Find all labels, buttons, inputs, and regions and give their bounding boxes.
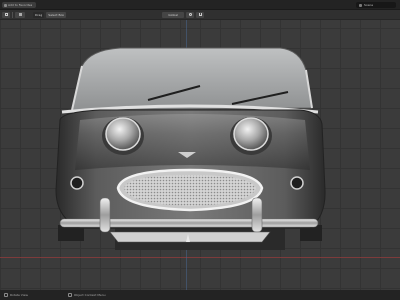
favorites-menu[interactable]: Add to Favorites: [2, 2, 36, 8]
status-select-label: Rotate View: [10, 293, 28, 297]
cube-icon: [4, 13, 8, 16]
mode-dropdown[interactable]: [15, 11, 25, 18]
magnet-icon: [198, 13, 202, 16]
scene-selector[interactable]: Scene: [356, 2, 396, 8]
status-bar: Rotate View Object Context Menu: [0, 290, 400, 300]
pivot-button[interactable]: [186, 11, 195, 18]
mode-icon: [18, 13, 22, 16]
status-context: Object Context Menu: [67, 293, 106, 297]
status-context-label: Object Context Menu: [73, 293, 106, 297]
side-lamp-left: [70, 176, 84, 190]
status-select: Rotate View: [4, 293, 28, 297]
menu-icon: [4, 3, 7, 7]
editor-type-button[interactable]: [2, 11, 10, 18]
viewport-header: Drag Select Box Global: [0, 10, 400, 20]
headlamp-left: [105, 117, 141, 151]
mouse-icon: [67, 293, 72, 297]
scene-icon: [359, 3, 362, 7]
snap-button[interactable]: [196, 11, 205, 18]
pivot-icon: [188, 13, 192, 16]
select-box-label: Select Box: [48, 12, 65, 17]
bumper-overrider-left: [99, 197, 111, 233]
header-divider: [12, 11, 13, 18]
headlamp-right: [233, 117, 269, 151]
scene-name: Scene: [364, 3, 374, 7]
drag-dropdown[interactable]: Drag: [33, 11, 45, 18]
transform-orientation-dropdown[interactable]: Global: [162, 11, 185, 18]
select-box-dropdown[interactable]: Select Box: [46, 11, 67, 18]
top-bar: Add to Favorites Scene: [0, 0, 400, 10]
car-model[interactable]: [0, 20, 400, 290]
lower-valance: [109, 231, 271, 243]
drag-label: Drag: [35, 12, 43, 17]
favorites-label: Add to Favorites: [8, 3, 33, 7]
bumper-overrider-right: [251, 197, 263, 233]
orientation-label: Global: [168, 12, 178, 17]
mouse-icon: [4, 293, 8, 297]
front-bumper: [59, 218, 319, 228]
side-lamp-right: [290, 176, 304, 190]
windscreen: [71, 47, 313, 111]
